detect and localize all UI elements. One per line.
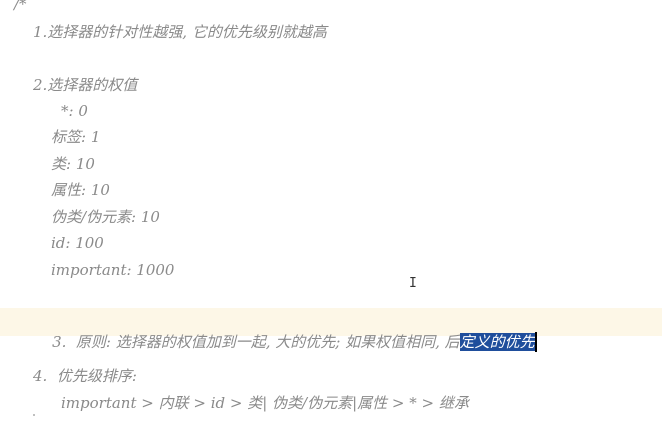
rule-4-title: 4. 优先级排序:: [33, 367, 137, 385]
rule-4-order: important > 内联 > id > 类| 伪类/伪元素|属性 > * >…: [61, 394, 469, 412]
weight-universal: *: 0: [61, 102, 88, 120]
code-editor[interactable]: /* 1.选择器的针对性越强, 它的优先级别就越高 2.选择器的权值 *: 0 …: [0, 0, 662, 423]
rule-3-text: 3. 原则: 选择器的权值加到一起, 大的优先; 如果权值相同, 后: [52, 333, 460, 351]
rule-1: 1.选择器的针对性越强, 它的优先级别就越高: [33, 23, 327, 41]
weight-attribute: 属性: 10: [51, 181, 110, 199]
comment-open: /*: [14, 0, 27, 13]
rule-2-title: 2.选择器的权值: [33, 76, 138, 94]
weight-class: 类: 10: [51, 155, 95, 173]
rule-3: 3. 原则: 选择器的权值加到一起, 大的优先; 如果权值相同, 后定义的优先: [33, 312, 537, 352]
selected-text[interactable]: 定义的优先: [459, 333, 535, 351]
weight-id: id: 100: [51, 234, 104, 252]
weight-tag: 标签: 1: [51, 128, 101, 146]
mouse-ibeam-cursor: I: [409, 276, 417, 291]
text-caret: [534, 332, 537, 352]
truncated-line-marker: [33, 414, 35, 416]
weight-pseudo: 伪类/伪元素: 10: [51, 208, 160, 226]
weight-important: important: 1000: [51, 261, 175, 279]
